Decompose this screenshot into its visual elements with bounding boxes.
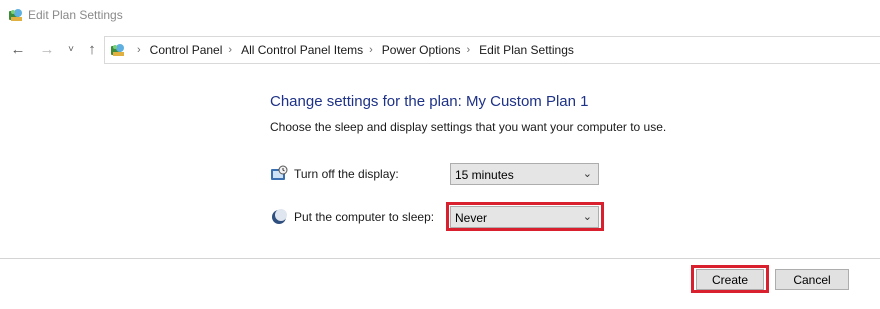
forward-arrow-icon[interactable]: → bbox=[38, 40, 56, 58]
control-panel-icon bbox=[9, 9, 22, 21]
display-timeout-value: 15 minutes bbox=[455, 168, 514, 182]
chevron-right-icon[interactable]: › bbox=[228, 44, 232, 56]
sleep-moon-icon bbox=[272, 209, 287, 224]
footer-divider bbox=[0, 258, 880, 259]
sleep-setting-label: Put the computer to sleep: bbox=[294, 210, 435, 224]
cancel-button[interactable]: Cancel bbox=[775, 269, 849, 290]
title-bar: Edit Plan Settings bbox=[0, 0, 880, 30]
chevron-right-icon[interactable]: › bbox=[137, 44, 141, 56]
display-clock-icon bbox=[271, 165, 288, 180]
sleep-timeout-select[interactable]: Never ⌄ bbox=[450, 206, 599, 228]
up-arrow-icon[interactable]: ↑ bbox=[83, 40, 101, 58]
breadcrumb-control-panel[interactable]: Control Panel bbox=[150, 43, 223, 57]
sleep-timeout-value: Never bbox=[455, 211, 488, 225]
page-title: Change settings for the plan: My Custom … bbox=[270, 93, 589, 110]
chevron-down-icon: ⌄ bbox=[582, 211, 592, 223]
display-timeout-select[interactable]: 15 minutes ⌄ bbox=[450, 163, 599, 185]
breadcrumb-power-options[interactable]: Power Options bbox=[382, 43, 461, 57]
create-button[interactable]: Create bbox=[696, 269, 764, 290]
window-title: Edit Plan Settings bbox=[28, 8, 123, 22]
breadcrumb-all-items[interactable]: All Control Panel Items bbox=[241, 43, 363, 57]
address-bar[interactable]: › Control Panel › All Control Panel Item… bbox=[104, 36, 880, 64]
page-description: Choose the sleep and display settings th… bbox=[270, 120, 667, 134]
chevron-down-icon: ⌄ bbox=[582, 168, 592, 180]
breadcrumb: › Control Panel › All Control Panel Item… bbox=[131, 37, 574, 63]
chevron-right-icon[interactable]: › bbox=[369, 44, 373, 56]
chevron-down-icon[interactable]: ˅ bbox=[65, 40, 77, 58]
navigation-bar: ← → ˅ ↑ › Control Panel › All Control Pa… bbox=[0, 34, 880, 66]
display-setting-label: Turn off the display: bbox=[294, 167, 399, 181]
chevron-right-icon[interactable]: › bbox=[467, 44, 471, 56]
back-arrow-icon[interactable]: ← bbox=[9, 40, 27, 58]
breadcrumb-edit-plan[interactable]: Edit Plan Settings bbox=[479, 43, 574, 57]
control-panel-icon bbox=[111, 44, 124, 56]
